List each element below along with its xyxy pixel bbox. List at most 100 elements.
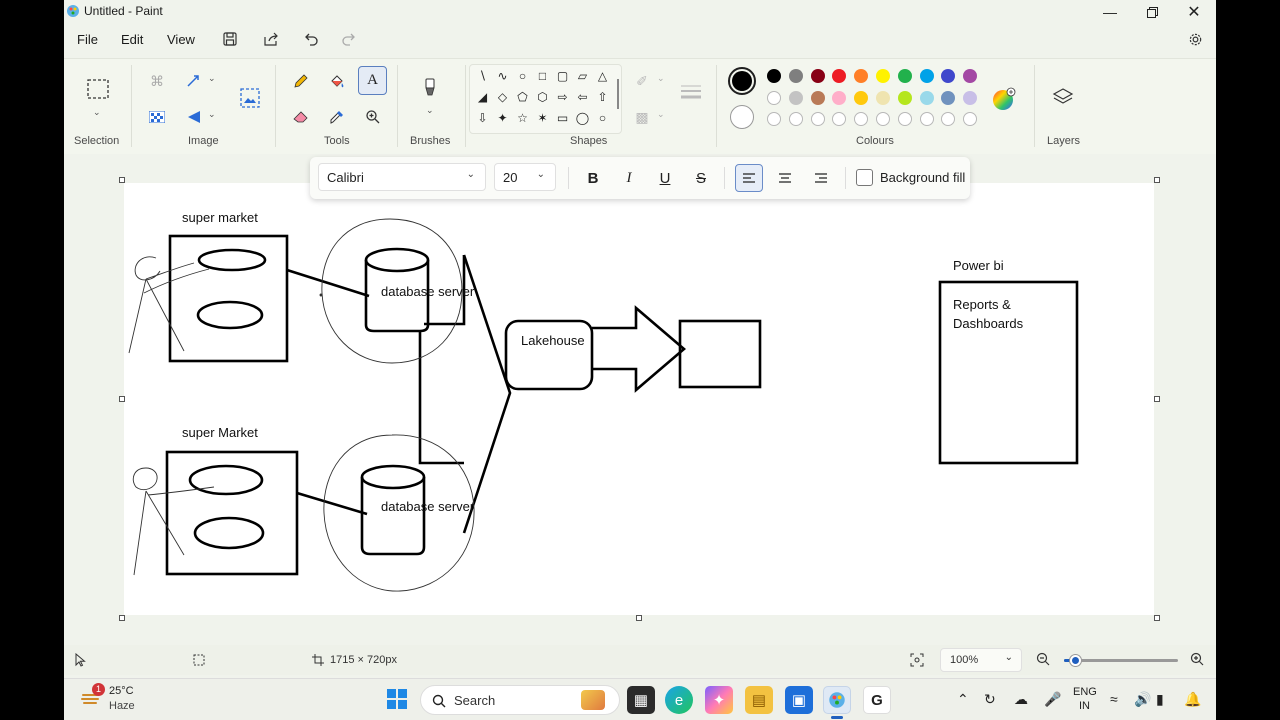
background-fill-label[interactable]: Background fill xyxy=(880,170,965,185)
eraser-icon[interactable] xyxy=(291,107,311,127)
menu-view[interactable]: View xyxy=(163,30,199,49)
colour-swatch[interactable] xyxy=(832,91,847,105)
colour-swatch[interactable] xyxy=(919,69,934,83)
outline-chevron-down-icon[interactable]: ⌄ xyxy=(657,73,665,84)
paint-taskbar-icon[interactable] xyxy=(823,686,851,714)
colour-swatch[interactable] xyxy=(941,69,956,83)
right-triangle-shape-icon[interactable]: ◢ xyxy=(474,88,491,105)
callout-cloud-shape-icon[interactable]: ○ xyxy=(594,109,611,126)
resize-handle-bottom-left[interactable] xyxy=(119,615,125,621)
close-button[interactable]: ✕ xyxy=(1173,0,1215,24)
notification-bell-icon[interactable]: 🔔 xyxy=(1184,691,1201,708)
maximize-button[interactable] xyxy=(1131,0,1173,24)
colour-swatch[interactable] xyxy=(854,91,869,105)
select-transparent-icon[interactable] xyxy=(147,107,167,127)
menu-edit[interactable]: Edit xyxy=(117,30,147,49)
show-hidden-icons-chevron-up-icon[interactable]: ⌃ xyxy=(957,691,969,708)
language-line2[interactable]: IN xyxy=(1079,700,1090,712)
colour-swatch[interactable] xyxy=(810,91,825,105)
zoom-slider-thumb[interactable] xyxy=(1069,655,1081,666)
language-line1[interactable]: ENG xyxy=(1073,686,1097,698)
custom-colour-slot[interactable] xyxy=(788,112,803,126)
zoom-slider[interactable] xyxy=(1064,655,1178,666)
minimize-button[interactable]: — xyxy=(1089,0,1131,24)
line-size-icon[interactable] xyxy=(680,83,702,101)
colour-swatch[interactable] xyxy=(832,69,847,83)
weather-temperature[interactable]: 25°C xyxy=(109,685,134,697)
colour-swatch[interactable] xyxy=(919,91,934,105)
bold-button[interactable]: B xyxy=(580,165,606,191)
color-picker-icon[interactable] xyxy=(327,107,347,127)
taskbar-search-box[interactable]: Search xyxy=(420,685,620,715)
colour-swatch[interactable] xyxy=(876,69,890,83)
font-size-dropdown[interactable]: 20 ⌄ xyxy=(494,163,556,191)
colour-swatch[interactable] xyxy=(854,69,869,83)
save-icon[interactable] xyxy=(219,28,241,50)
edit-colours-icon[interactable] xyxy=(992,87,1016,111)
selection-tool-icon[interactable] xyxy=(86,77,110,101)
callout-rect-shape-icon[interactable]: ▭ xyxy=(554,109,571,126)
colour-swatch[interactable] xyxy=(963,69,978,83)
undo-icon[interactable] xyxy=(301,28,323,50)
start-button[interactable] xyxy=(386,688,408,710)
font-family-dropdown[interactable]: Calibri ⌄ xyxy=(318,163,486,191)
magnifier-icon[interactable] xyxy=(363,107,383,127)
resize-handle-middle-right[interactable] xyxy=(1154,396,1160,402)
right-arrow-shape-icon[interactable]: ⇨ xyxy=(554,88,571,105)
six-point-star-shape-icon[interactable]: ✶ xyxy=(534,109,551,126)
triangle-shape-icon[interactable]: △ xyxy=(594,67,611,84)
weather-description[interactable]: Haze xyxy=(109,700,135,712)
custom-colour-slot[interactable] xyxy=(767,112,781,126)
brush-chevron-down-icon[interactable]: ⌄ xyxy=(426,105,434,116)
rectangle-shape-icon[interactable]: □ xyxy=(534,67,551,84)
primary-colour-swatch[interactable] xyxy=(728,67,756,95)
zoom-dropdown[interactable]: 100% ⌄ xyxy=(940,648,1022,672)
secondary-colour-swatch[interactable] xyxy=(730,105,754,129)
callout-oval-shape-icon[interactable]: ◯ xyxy=(574,109,591,126)
colour-swatch[interactable] xyxy=(963,91,978,105)
curve-shape-icon[interactable]: ∿ xyxy=(494,67,511,84)
oval-shape-icon[interactable]: ○ xyxy=(514,67,531,84)
align-right-button[interactable] xyxy=(808,165,834,191)
colour-swatch[interactable] xyxy=(876,91,890,105)
text-tool-button[interactable]: A xyxy=(358,66,387,95)
custom-colour-slot[interactable] xyxy=(876,112,890,126)
shape-fill-icon[interactable]: ▩ xyxy=(632,107,652,127)
colour-swatch[interactable] xyxy=(810,69,825,83)
pentagon-shape-icon[interactable]: ⬠ xyxy=(514,88,531,105)
rounded-rectangle-shape-icon[interactable]: ▢ xyxy=(554,67,571,84)
zoom-in-icon[interactable] xyxy=(1190,652,1204,666)
store-taskbar-icon[interactable]: ▣ xyxy=(785,686,813,714)
redo-icon[interactable] xyxy=(337,28,359,50)
crop-icon[interactable]: ⌘ xyxy=(147,71,167,91)
sync-icon[interactable]: ↻ xyxy=(984,691,996,708)
custom-colour-slot[interactable] xyxy=(854,112,869,126)
italic-button[interactable]: I xyxy=(616,165,642,191)
fit-to-window-icon[interactable] xyxy=(910,653,924,667)
rotate-chevron-down-icon[interactable]: ⌄ xyxy=(208,109,216,120)
colour-swatch[interactable] xyxy=(788,91,803,105)
resize-handle-middle-left[interactable] xyxy=(119,396,125,402)
resize-handle-bottom-right[interactable] xyxy=(1154,615,1160,621)
four-point-star-shape-icon[interactable]: ✦ xyxy=(494,109,511,126)
folder-taskbar-icon[interactable]: ▤ xyxy=(745,686,773,714)
file-explorer-taskbar-icon[interactable]: ▦ xyxy=(627,686,655,714)
weather-icon[interactable]: 1 xyxy=(80,683,105,709)
selection-chevron-down-icon[interactable]: ⌄ xyxy=(93,107,101,118)
menu-file[interactable]: File xyxy=(73,30,102,49)
custom-colour-slot[interactable] xyxy=(919,112,934,126)
layers-icon[interactable] xyxy=(1052,86,1074,108)
copilot-taskbar-icon[interactable]: ✦ xyxy=(705,686,733,714)
share-icon[interactable] xyxy=(260,28,282,50)
custom-colour-slot[interactable] xyxy=(832,112,847,126)
wifi-icon[interactable]: ≈ xyxy=(1110,691,1118,707)
drawing-canvas[interactable]: super market super Market database serve… xyxy=(124,183,1154,615)
underline-button[interactable]: U xyxy=(652,165,678,191)
shapes-scrollbar[interactable] xyxy=(617,79,619,109)
image-edit-icon[interactable] xyxy=(239,87,261,109)
settings-gear-icon[interactable] xyxy=(1184,28,1206,50)
colour-swatch[interactable] xyxy=(767,91,781,105)
colour-swatch[interactable] xyxy=(767,69,781,83)
resize-chevron-down-icon[interactable]: ⌄ xyxy=(208,73,216,84)
pencil-icon[interactable] xyxy=(291,71,311,91)
